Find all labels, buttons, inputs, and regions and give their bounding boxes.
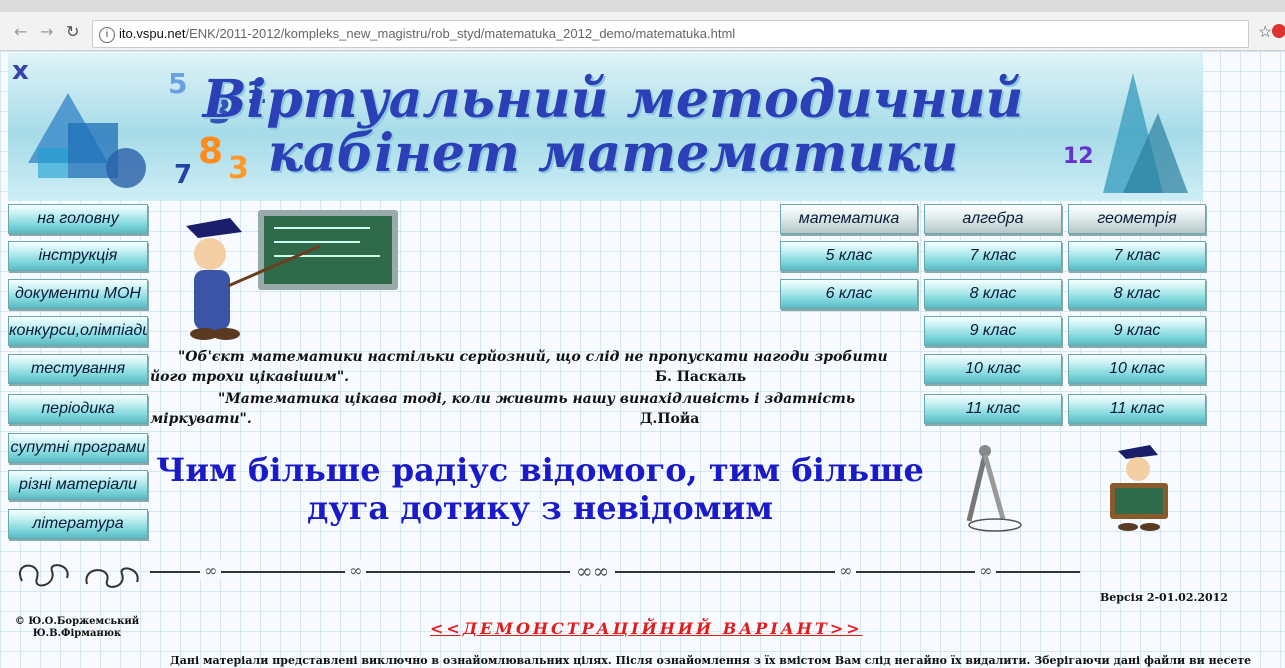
subject-header-matematika[interactable]: математика: [780, 204, 918, 234]
motto: Чим більше радіус відомого, тим більше д…: [150, 451, 930, 527]
algebra-grade-7[interactable]: 7 клас: [924, 241, 1062, 271]
matematika-grade-6[interactable]: 6 клас: [780, 279, 918, 309]
menu-item-various-materials[interactable]: різні матеріали: [8, 470, 148, 500]
menu-item-home[interactable]: на головну: [8, 204, 148, 234]
subject-header-algebra[interactable]: алгебра: [924, 204, 1062, 234]
matematika-grade-5[interactable]: 5 клас: [780, 241, 918, 271]
ornament-icon: ∞: [200, 561, 222, 580]
extension-icon[interactable]: [1272, 24, 1285, 38]
quote-polya-author: Д.Пойа: [640, 411, 700, 427]
banner-title-line2: кабінет математики: [267, 123, 959, 184]
quote-polya-line1: "Математика цікава тоді, коли живить наш…: [218, 391, 856, 407]
info-icon[interactable]: i: [99, 26, 115, 43]
version-label: Версія 2-01.02.2012: [1100, 591, 1228, 604]
motto-line1: Чим більше радіус відомого, тим більше: [156, 451, 924, 489]
geometriia-grade-7[interactable]: 7 клас: [1068, 241, 1206, 271]
menu-item-testing[interactable]: тестування: [8, 354, 148, 384]
url-host: ito.vspu.net: [119, 26, 186, 41]
forward-icon[interactable]: →: [40, 22, 53, 42]
ornament-icon: ∞∞: [570, 559, 616, 583]
banner-title-line1: Віртуальний методичний: [202, 69, 1024, 130]
menu-item-mon-documents[interactable]: документи МОН: [8, 279, 148, 309]
algebra-grade-10[interactable]: 10 клас: [924, 354, 1062, 384]
demo-version-link[interactable]: <<ДЕМОНСТРАЦІЙНИЙ ВАРІАНТ>>: [430, 619, 863, 638]
copyright-line2: Ю.В.Фірманюк: [32, 628, 122, 639]
motto-line2: дуга дотику з невідомим: [307, 489, 773, 527]
professor-sign-illustration: [1110, 445, 1168, 531]
menu-item-competitions[interactable]: конкурси,олімпіади: [8, 316, 148, 346]
algebra-grade-11[interactable]: 11 клас: [924, 394, 1062, 424]
algebra-grade-8[interactable]: 8 клас: [924, 279, 1062, 309]
subject-header-geometriia[interactable]: геометрія: [1068, 204, 1206, 234]
professor-blackboard-illustration: [186, 210, 398, 340]
ornament-icon: ∞: [975, 561, 997, 580]
menu-item-related-programs[interactable]: супутні програми: [8, 433, 148, 463]
copyright: © Ю.О.Боржемський Ю.В.Фірманюк: [12, 616, 142, 640]
svg-text:12: 12: [1063, 144, 1094, 169]
quote-pascal-line2: його трохи цікавішим".: [150, 369, 350, 385]
geometriia-grade-10[interactable]: 10 клас: [1068, 354, 1206, 384]
tab-strip: [0, 0, 1285, 12]
flourish-ornament: [19, 564, 139, 588]
quote-pascal-line1: "Об'єкт математики настільки серйозний, …: [178, 349, 888, 365]
site-banner: x 5 3 1 8 3 7 Віртуальний методичний каб…: [8, 53, 1203, 201]
svg-text:x: x: [12, 56, 29, 86]
address-bar[interactable]: i ito.vspu.net/ENK/2011-2012/kompleks_new…: [92, 20, 1249, 48]
page-content: x 5 3 1 8 3 7 Віртуальний методичний каб…: [0, 51, 1285, 668]
geometry-shapes-illustration: x: [12, 56, 146, 188]
ornament-icon: ∞: [835, 561, 857, 580]
ornament-icon: ∞: [345, 561, 367, 580]
back-icon[interactable]: ←: [14, 22, 27, 42]
geometriia-grade-9[interactable]: 9 клас: [1068, 316, 1206, 346]
crystal-illustration: 12: [1063, 73, 1188, 193]
menu-item-literature[interactable]: література: [8, 509, 148, 539]
menu-item-instruction[interactable]: інструкція: [8, 241, 148, 271]
copyright-line1: © Ю.О.Боржемський: [14, 616, 140, 627]
star-icon[interactable]: ☆: [1258, 22, 1272, 41]
compass-icon: [966, 445, 1022, 532]
browser-chrome: ← → ↻ i ito.vspu.net/ENK/2011-2012/komple…: [0, 0, 1285, 51]
menu-item-periodicals[interactable]: періодика: [8, 394, 148, 424]
algebra-grade-9[interactable]: 9 клас: [924, 316, 1062, 346]
quote-pascal-author: Б. Паскаль: [655, 369, 747, 385]
url-path: /ENK/2011-2012/kompleks_new_magistru/rob…: [185, 26, 736, 41]
geometriia-grade-11[interactable]: 11 клас: [1068, 394, 1206, 424]
reload-icon[interactable]: ↻: [66, 22, 79, 42]
disclaimer-text: Дані матеріали представлені виключно в о…: [170, 654, 1252, 667]
quote-polya-line2: міркувати".: [150, 411, 252, 427]
geometriia-grade-8[interactable]: 8 клас: [1068, 279, 1206, 309]
